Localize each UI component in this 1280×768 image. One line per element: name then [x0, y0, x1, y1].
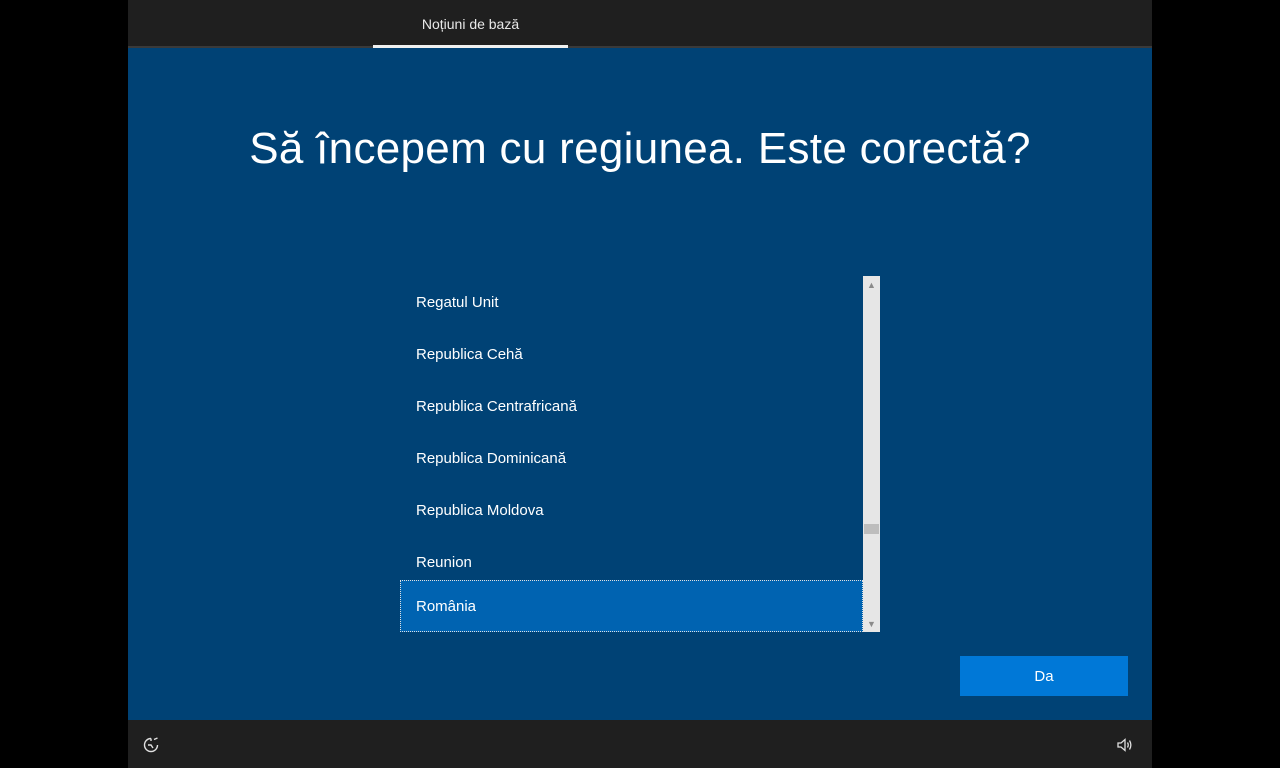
- list-item[interactable]: Republica Moldova: [400, 484, 863, 536]
- list-item-selected[interactable]: România: [400, 580, 863, 632]
- oobe-window: Noțiuni de bază Să începem cu regiunea. …: [128, 0, 1152, 768]
- yes-button[interactable]: Da: [960, 656, 1128, 696]
- scrollbar[interactable]: ▲ ▼: [863, 276, 880, 632]
- scroll-up-icon[interactable]: ▲: [863, 276, 880, 293]
- scroll-thumb[interactable]: [864, 523, 879, 534]
- page-title: Să începem cu regiunea. Este corectă?: [249, 124, 1031, 173]
- tab-basics[interactable]: Noțiuni de bază: [373, 0, 568, 48]
- scroll-down-icon[interactable]: ▼: [863, 615, 880, 632]
- accessibility-icon[interactable]: [142, 736, 160, 754]
- list-item[interactable]: Regatul Unit: [400, 276, 863, 328]
- top-bar-divider: [128, 46, 1152, 48]
- list-item[interactable]: Republica Centrafricană: [400, 380, 863, 432]
- bottom-bar: [128, 720, 1152, 768]
- list-item[interactable]: Republica Dominicană: [400, 432, 863, 484]
- region-list[interactable]: Regatul Unit Republica Cehă Republica Ce…: [400, 276, 880, 632]
- top-bar: [128, 0, 1152, 46]
- list-item[interactable]: Republica Cehă: [400, 328, 863, 380]
- volume-icon[interactable]: [1116, 736, 1134, 754]
- active-tab-indicator: [373, 45, 568, 48]
